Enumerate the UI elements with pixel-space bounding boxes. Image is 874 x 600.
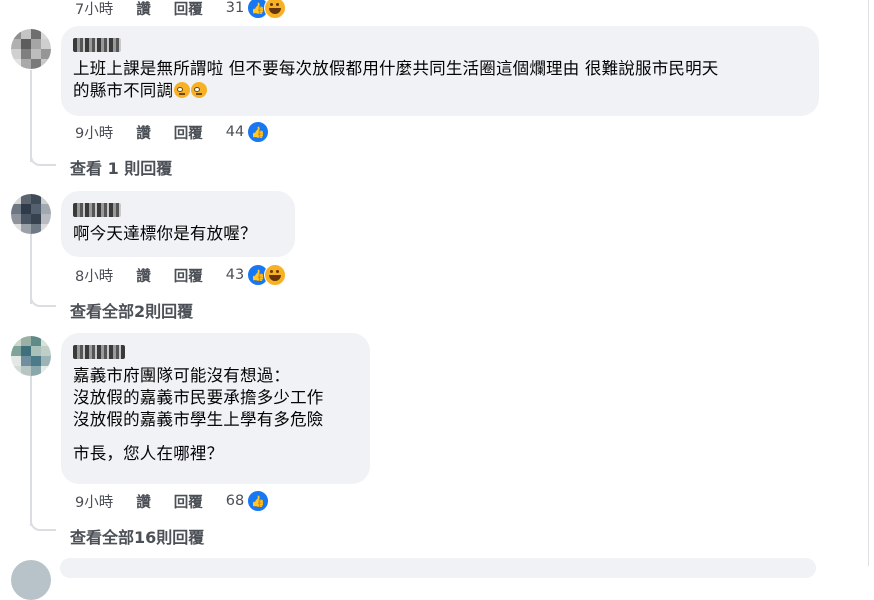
- comment-actions: 9小時 讚 回覆 44 👍: [75, 121, 270, 143]
- reaction-summary[interactable]: 43 👍: [225, 264, 287, 286]
- avatar[interactable]: [11, 29, 51, 69]
- avatar[interactable]: [11, 560, 51, 600]
- comment-time[interactable]: 7小時: [75, 0, 113, 19]
- comment-bubble-partial: [60, 558, 816, 578]
- like-button[interactable]: 讚: [136, 122, 151, 143]
- comment-actions-top: 7小時 讚 回覆 31 👍: [75, 0, 287, 19]
- like-button[interactable]: 讚: [136, 491, 151, 512]
- haha-icon: [264, 0, 287, 19]
- comment-time[interactable]: 9小時: [75, 122, 113, 143]
- panel-edge: [868, 0, 869, 566]
- comment-text-body: 上班上課是無所謂啦 但不要每次放假都用什麼共同生活圈這個爛理由 很難說服市民明天…: [73, 59, 719, 100]
- reaction-summary[interactable]: 68 👍: [225, 490, 270, 512]
- roll-eyes-emoji: [174, 82, 191, 98]
- avatar[interactable]: [11, 336, 51, 376]
- reaction-count: 44: [225, 124, 245, 140]
- commenter-name-redacted[interactable]: [73, 345, 125, 359]
- comment-bubble: 上班上課是無所謂啦 但不要每次放假都用什麼共同生活圈這個爛理由 很難說服市民明天…: [61, 26, 819, 116]
- reply-button[interactable]: 回覆: [174, 0, 203, 19]
- comment-actions: 9小時 讚 回覆 68 👍: [75, 490, 270, 512]
- roll-eyes-emoji: [191, 82, 208, 98]
- comment-bubble: 嘉義市府團隊可能沒有想過： 沒放假的嘉義市民要承擔多少工作 沒放假的嘉義市學生上…: [61, 333, 370, 484]
- comment-text-last-line: 市長，您人在哪裡？: [73, 444, 224, 463]
- comment-text: 嘉義市府團隊可能沒有想過： 沒放假的嘉義市民要承擔多少工作 沒放假的嘉義市學生上…: [73, 366, 324, 429]
- reaction-count: 43: [225, 267, 245, 283]
- reply-button[interactable]: 回覆: [174, 265, 203, 286]
- like-icon: 👍: [247, 490, 270, 512]
- haha-icon: [264, 264, 287, 286]
- view-replies-link[interactable]: 查看全部2則回覆: [70, 298, 193, 322]
- comment-text: 上班上課是無所謂啦 但不要每次放假都用什麼共同生活圈這個爛理由 很難說服市民明天…: [73, 58, 807, 102]
- avatar[interactable]: [11, 194, 51, 234]
- reaction-count: 68: [225, 493, 245, 509]
- comment-bubble: 啊今天達標你是有放喔？: [61, 191, 295, 257]
- like-button[interactable]: 讚: [136, 0, 151, 19]
- comment-actions: 8小時 讚 回覆 43 👍: [75, 264, 287, 286]
- like-icon: 👍: [247, 121, 270, 143]
- view-replies-link[interactable]: 查看 1 則回覆: [70, 155, 172, 179]
- reply-button[interactable]: 回覆: [174, 491, 203, 512]
- comment-time[interactable]: 8小時: [75, 265, 113, 286]
- thread-line: [30, 376, 32, 526]
- reply-button[interactable]: 回覆: [174, 122, 203, 143]
- commenter-name-redacted[interactable]: [73, 203, 121, 217]
- reaction-summary[interactable]: 44 👍: [225, 121, 270, 143]
- like-button[interactable]: 讚: [136, 265, 151, 286]
- view-replies-link[interactable]: 查看全部16則回覆: [70, 524, 204, 548]
- thread-curve: [30, 291, 56, 307]
- commenter-name-redacted[interactable]: [73, 38, 121, 52]
- thread-line: [30, 70, 32, 162]
- thread-curve: [30, 150, 56, 166]
- reaction-count: 31: [225, 0, 245, 16]
- reaction-summary[interactable]: 31 👍: [225, 0, 287, 19]
- comment-text: 啊今天達標你是有放喔？: [73, 224, 257, 243]
- thread-curve: [30, 515, 56, 531]
- comment-time[interactable]: 9小時: [75, 491, 113, 512]
